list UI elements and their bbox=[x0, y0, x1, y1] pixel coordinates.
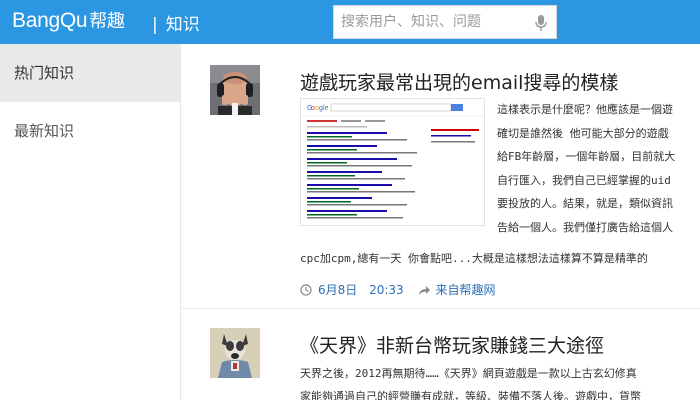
section-title[interactable]: | 知识 bbox=[152, 10, 200, 35]
post-excerpt: 天界之後，2012再無期待……《天界》網頁遊戲是一款以上古玄幻修真 家能夠通過自… bbox=[300, 362, 700, 400]
excerpt-line: 給FB年齡層，一個年齡層，目前就大 bbox=[497, 150, 676, 163]
excerpt-line: 要投放的人。結果，就是，類似資訊 bbox=[497, 197, 673, 210]
excerpt-line: 這樣表示是什麼呢？他應該是一個遊 bbox=[497, 103, 673, 116]
post-source-link[interactable]: 来自帮趣网 bbox=[436, 283, 496, 297]
sidebar: 热门知识 最新知识 bbox=[0, 44, 181, 400]
excerpt-line: 自行匯入，我們自己已經掌握的uid bbox=[497, 173, 671, 187]
post-time: 20:33 bbox=[369, 283, 404, 297]
post-excerpt: 這樣表示是什麼呢？他應該是一個遊 確切是誰然後 他可能大部分的遊戲 給FB年齡層… bbox=[497, 98, 700, 239]
logo-text: BangQu bbox=[12, 9, 88, 32]
post-date: 6月8日 bbox=[318, 283, 358, 297]
post-divider bbox=[181, 308, 700, 309]
post-meta: 6月8日 20:33 来自帮趣网 bbox=[300, 281, 496, 299]
excerpt-line: 告給一個人。我們僅打廣告給這個人 bbox=[497, 220, 673, 234]
post-title[interactable]: 《天界》非新台幣玩家賺錢三大途徑 bbox=[300, 331, 604, 358]
excerpt-tail: cpc加cpm,總有一天 你會點吧...大概是這樣想法這樣算不算是精準的 bbox=[300, 252, 648, 265]
site-logo[interactable]: BangQu 帮趣 bbox=[12, 7, 125, 33]
author-avatar[interactable] bbox=[210, 65, 260, 115]
excerpt-line: 家能夠通過自己的經營賺有成就，等級、裝備不落人後。遊戲中，貨幣 bbox=[300, 390, 641, 400]
sidebar-item-latest[interactable]: 最新知识 bbox=[0, 102, 180, 160]
post-card: 遊戲玩家最常出現的email搜尋的模樣 Go o g le 這樣表示是什麼呢？他… bbox=[210, 0, 700, 310]
excerpt-line: 天界之後，2012再無期待……《天界》網頁遊戲是一款以上古玄幻修真 bbox=[300, 367, 637, 380]
post-card: 《天界》非新台幣玩家賺錢三大途徑 天界之後，2012再無期待……《天界》網頁遊戲… bbox=[210, 310, 700, 400]
share-arrow-icon bbox=[418, 285, 431, 299]
svg-text:le: le bbox=[323, 105, 329, 112]
post-title[interactable]: 遊戲玩家最常出現的email搜尋的模樣 bbox=[300, 68, 618, 95]
sidebar-item-hot[interactable]: 热门知识 bbox=[0, 44, 180, 102]
section-label: 知识 bbox=[165, 15, 200, 35]
logo-cn-text: 帮趣 bbox=[89, 11, 125, 32]
header-separator: | bbox=[152, 15, 158, 35]
excerpt-line: 確切是誰然後 他可能大部分的遊戲 bbox=[497, 126, 669, 140]
post-thumbnail[interactable]: Go o g le bbox=[300, 98, 485, 226]
author-avatar[interactable] bbox=[210, 328, 260, 378]
clock-icon bbox=[300, 284, 312, 299]
